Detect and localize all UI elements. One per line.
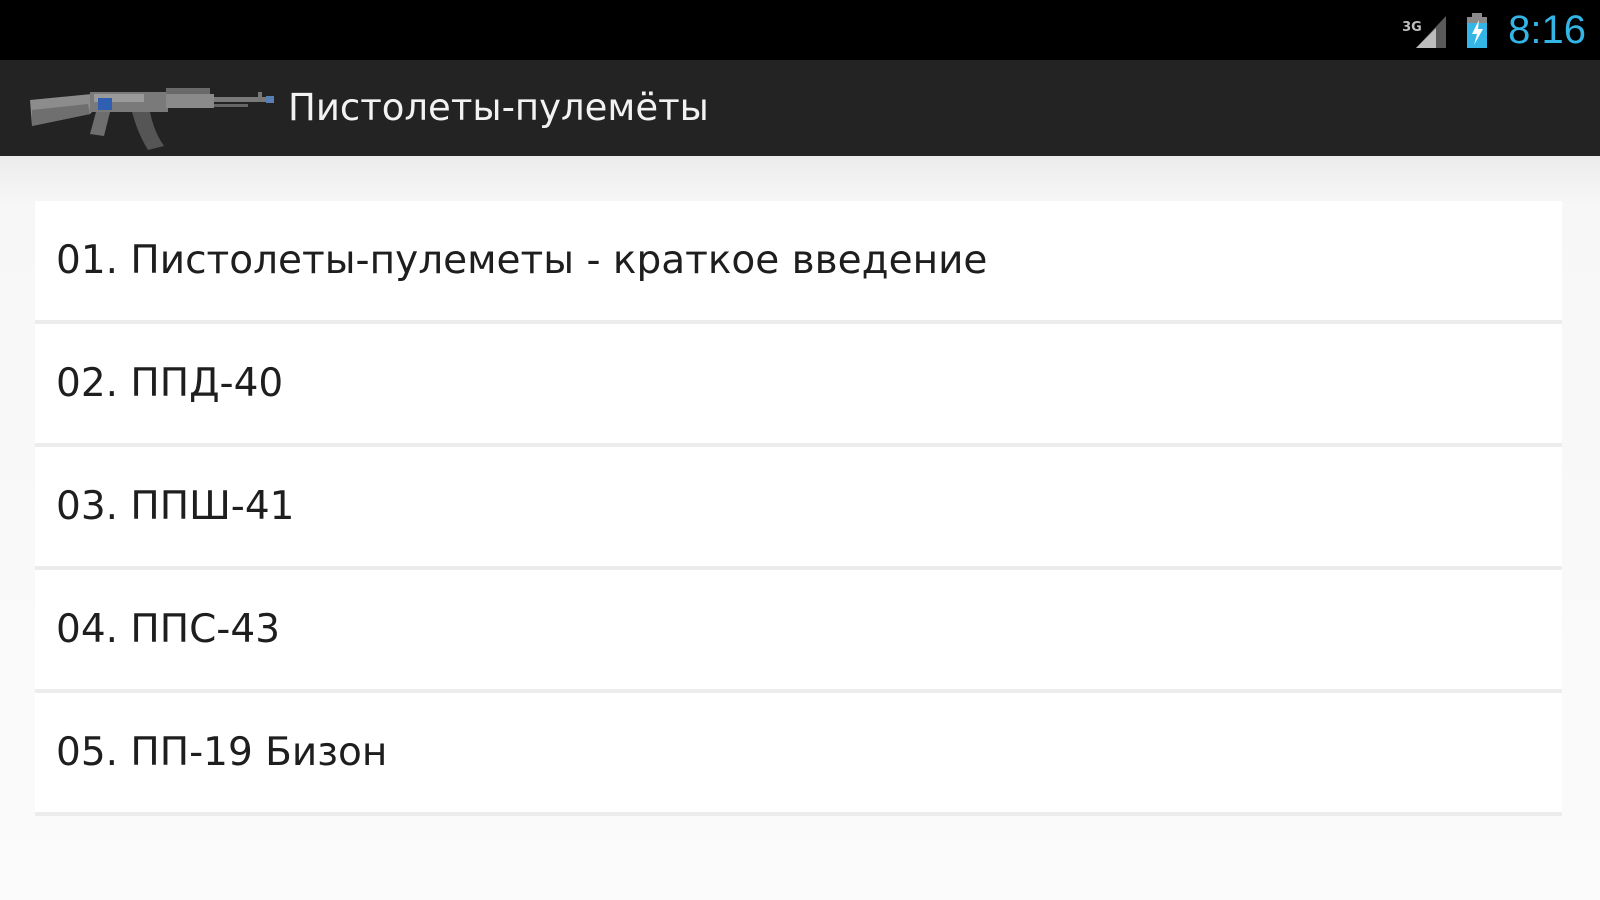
status-bar: 3G 8:16: [0, 0, 1600, 60]
list-item-label: 04. ППС-43: [56, 607, 281, 652]
list-item-01[interactable]: 01. Пистолеты-пулеметы - краткое введени…: [35, 201, 1562, 324]
rifle-icon[interactable]: [28, 70, 276, 150]
action-bar: Пистолеты-пулемёты: [0, 60, 1600, 156]
status-icons: 3G 8:16: [1402, 0, 1586, 60]
list-item-03[interactable]: 03. ППШ-41: [35, 447, 1562, 570]
list-item-02[interactable]: 02. ППД-40: [35, 324, 1562, 447]
list-item-05[interactable]: 05. ПП-19 Бизон: [35, 693, 1562, 816]
signal-indicator: 3G: [1402, 10, 1452, 50]
clock: 8:16: [1508, 8, 1586, 52]
battery-indicator: [1464, 10, 1490, 50]
network-type-label: 3G: [1402, 20, 1422, 35]
list-item-04[interactable]: 04. ППС-43: [35, 570, 1562, 693]
list-item-label: 05. ПП-19 Бизон: [56, 730, 388, 775]
content-area: 01. Пистолеты-пулеметы - краткое введени…: [0, 156, 1600, 900]
list-item-label: 01. Пистолеты-пулеметы - краткое введени…: [56, 238, 988, 283]
battery-charging-icon: [1467, 13, 1488, 48]
list-item-label: 03. ППШ-41: [56, 484, 295, 529]
chapter-list: 01. Пистолеты-пулеметы - краткое введени…: [35, 201, 1562, 816]
page-title: Пистолеты-пулемёты: [288, 86, 709, 129]
list-item-label: 02. ППД-40: [56, 361, 284, 406]
